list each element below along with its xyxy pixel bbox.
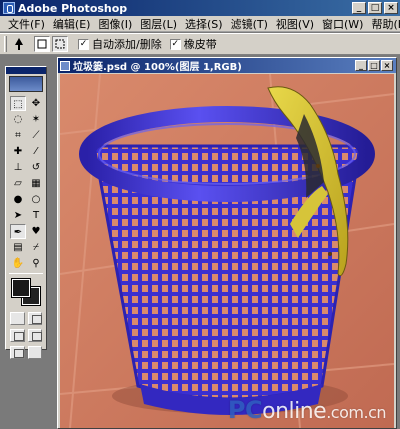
menu-help[interactable]: 帮助(H) <box>367 16 400 32</box>
auto-add-delete-check-icon: ✓ <box>78 38 89 50</box>
full-screen-button[interactable] <box>10 346 25 359</box>
screen-mode-row <box>6 327 46 344</box>
marquee-icon[interactable]: ⬚ <box>10 96 26 111</box>
doc-maximize-button[interactable]: □ <box>368 60 380 71</box>
zoom-icon[interactable]: ⚲ <box>28 256 44 271</box>
title-bar: Adobe Photoshop _ □ × <box>0 0 400 16</box>
close-button[interactable]: × <box>384 2 398 14</box>
options-grip[interactable] <box>4 36 7 52</box>
dodge-icon[interactable]: ○ <box>28 192 44 207</box>
tool-grid: ⬚ ✥ ◌ ✶ ⌗ ⟋ ✚ ⁄ ⊥ ↺ ▱ ▦ ● ○ ➤ T ✒ ♥ ▤ ⌿ … <box>6 94 46 271</box>
photoshop-logo[interactable] <box>9 76 43 92</box>
notes-icon[interactable]: ▤ <box>10 240 26 255</box>
standard-mode-button[interactable] <box>10 312 25 325</box>
history-brush-icon[interactable]: ↺ <box>28 160 44 175</box>
gradient-icon[interactable]: ▦ <box>28 176 44 191</box>
image-canvas[interactable]: PConline.com.cn <box>60 74 394 428</box>
toolbox: ⬚ ✥ ◌ ✶ ⌗ ⟋ ✚ ⁄ ⊥ ↺ ▱ ▦ ● ○ ➤ T ✒ ♥ ▤ ⌿ … <box>5 66 47 359</box>
eraser-icon[interactable]: ▱ <box>10 176 26 191</box>
blur-icon[interactable]: ● <box>10 192 26 207</box>
move-icon[interactable]: ✥ <box>28 96 44 111</box>
pen-tool-icon[interactable]: ✒ <box>10 224 26 239</box>
pconline-watermark: PConline.com.cn <box>227 396 387 424</box>
document-icon <box>60 60 70 71</box>
rubber-band-checkbox[interactable]: ✓ 橡皮带 <box>169 36 217 52</box>
document-window: 垃圾篓.psd @ 100%(图层 1,RGB) _ □ × PConline.… <box>57 57 397 429</box>
options-bar: ✓ 自动添加/删除 ✓ 橡皮带 <box>0 33 400 55</box>
document-title: 垃圾篓.psd @ 100%(图层 1,RGB) <box>73 62 242 73</box>
screen-mode-row-2 <box>6 344 46 361</box>
trash-basket-image <box>60 74 394 428</box>
crop-icon[interactable]: ⌗ <box>10 128 26 143</box>
maximize-button[interactable]: □ <box>368 2 382 14</box>
rubber-band-label: 橡皮带 <box>183 38 217 51</box>
menu-image[interactable]: 图像(I) <box>94 16 136 32</box>
window-title: Adobe Photoshop <box>18 1 128 15</box>
color-swatches <box>10 277 42 307</box>
type-icon[interactable]: T <box>28 208 44 223</box>
quick-mask-mode-button[interactable] <box>27 312 42 325</box>
menu-layer[interactable]: 图层(L) <box>136 16 181 32</box>
foreground-color-swatch[interactable] <box>11 278 31 298</box>
menu-bar: 文件(F) 编辑(E) 图像(I) 图层(L) 选择(S) 滤镜(T) 视图(V… <box>0 16 400 32</box>
menu-view[interactable]: 视图(V) <box>272 16 318 32</box>
menu-window[interactable]: 窗口(W) <box>318 16 367 32</box>
eyedropper-icon[interactable]: ⌿ <box>28 240 44 255</box>
auto-add-delete-label: 自动添加/删除 <box>92 38 162 51</box>
standard-screen-button[interactable] <box>10 329 25 342</box>
shape-layers-button[interactable] <box>34 36 50 52</box>
auto-add-delete-checkbox[interactable]: ✓ 自动添加/删除 <box>78 36 162 52</box>
menu-select[interactable]: 选择(S) <box>181 16 227 32</box>
photoshop-app-icon <box>3 2 15 14</box>
brush-icon[interactable]: ⁄ <box>28 144 44 159</box>
shape-icon[interactable]: ♥ <box>28 224 44 239</box>
pen-icon[interactable] <box>12 36 26 52</box>
lasso-icon[interactable]: ◌ <box>10 112 26 127</box>
menu-edit[interactable]: 编辑(E) <box>49 16 95 32</box>
menu-file[interactable]: 文件(F) <box>4 16 49 32</box>
edit-mode-row <box>6 310 46 327</box>
magic-wand-icon[interactable]: ✶ <box>28 112 44 127</box>
healing-brush-icon[interactable]: ✚ <box>10 144 26 159</box>
menu-filter[interactable]: 滤镜(T) <box>227 16 272 32</box>
window-controls: _ □ × <box>352 2 398 14</box>
doc-close-button[interactable]: × <box>381 60 393 71</box>
hand-icon[interactable]: ✋ <box>10 256 26 271</box>
photoshop-app: Adobe Photoshop _ □ × 文件(F) 编辑(E) 图像(I) … <box>0 0 400 429</box>
document-title-bar[interactable]: 垃圾篓.psd @ 100%(图层 1,RGB) <box>58 58 396 73</box>
imageready-jump-button[interactable] <box>27 346 42 359</box>
toolbox-divider <box>9 273 43 274</box>
clone-stamp-icon[interactable]: ⊥ <box>10 160 26 175</box>
toolbox-header[interactable] <box>6 67 46 74</box>
rubber-band-check-icon: ✓ <box>169 38 181 50</box>
document-controls: _ □ × <box>355 60 393 71</box>
path-selection-icon[interactable]: ➤ <box>10 208 26 223</box>
doc-minimize-button[interactable]: _ <box>355 60 367 71</box>
slice-icon[interactable]: ⟋ <box>28 128 44 143</box>
minimize-button[interactable]: _ <box>352 2 366 14</box>
paths-button[interactable] <box>52 36 68 52</box>
full-screen-menu-button[interactable] <box>27 329 42 342</box>
